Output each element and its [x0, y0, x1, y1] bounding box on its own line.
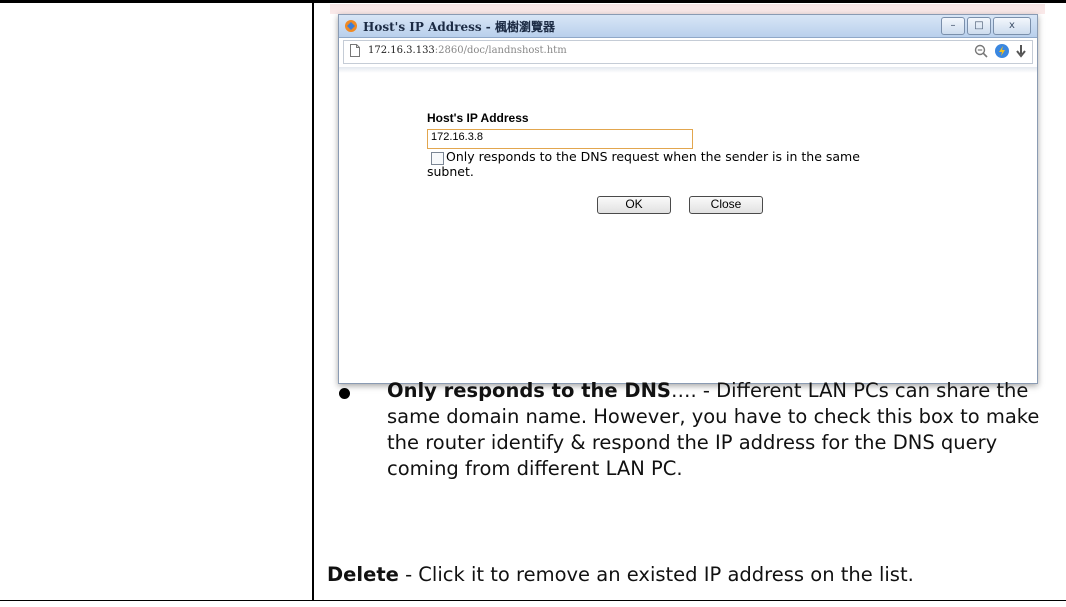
address-bar-icons: [974, 43, 1026, 59]
window-controls: – □ x: [941, 17, 1031, 35]
delete-term: Delete: [327, 563, 399, 586]
delete-description: - Click it to remove an existed IP addre…: [398, 563, 914, 586]
address-bar[interactable]: 172.16.3.133:2860/doc/landnshost.htm: [343, 40, 1033, 64]
page-icon: [350, 44, 360, 57]
bullet-ellipsis: ….: [670, 379, 697, 402]
download-icon[interactable]: [1016, 44, 1026, 58]
dialog-titlebar[interactable]: Host's IP Address - 楓樹瀏覽器 – □ x: [339, 15, 1037, 38]
close-button[interactable]: Close: [689, 196, 763, 214]
host-ip-dialog-window: Host's IP Address - 楓樹瀏覽器 – □ x 172.16.3…: [338, 14, 1038, 384]
host-ip-input[interactable]: 172.16.3.8: [427, 129, 693, 149]
maximize-button[interactable]: □: [967, 17, 991, 35]
bullet-dot: [339, 388, 350, 399]
speed-mode-icon[interactable]: [994, 43, 1010, 59]
url-host: 172.16.3.133: [368, 45, 435, 56]
bullet-paragraph: Only responds to the DNS…. - Different L…: [387, 378, 1047, 482]
toolbar-separator: [339, 67, 1037, 73]
minimize-button[interactable]: –: [941, 17, 965, 35]
same-subnet-checkbox-label-wrap: subnet.: [427, 164, 474, 179]
table-bottom-rule: [0, 600, 1066, 601]
background-window-strip: [330, 4, 1045, 14]
dialog-title: Host's IP Address - 楓樹瀏覽器: [363, 20, 555, 34]
close-window-button[interactable]: x: [993, 17, 1031, 35]
browser-app-icon: [345, 20, 357, 32]
url-text[interactable]: 172.16.3.133:2860/doc/landnshost.htm: [368, 45, 567, 56]
table-top-rule: [0, 0, 1066, 3]
ok-button[interactable]: OK: [597, 196, 671, 214]
host-ip-label: Host's IP Address: [427, 111, 529, 125]
delete-paragraph: Delete - Click it to remove an existed I…: [327, 562, 1057, 588]
zoom-out-icon[interactable]: [974, 44, 988, 58]
table-column-divider: [312, 0, 314, 601]
same-subnet-checkbox-label: Only responds to the DNS request when th…: [446, 149, 860, 164]
url-path: :2860/doc/landnshost.htm: [434, 45, 567, 56]
bullet-term: Only responds to the DNS: [387, 379, 671, 402]
